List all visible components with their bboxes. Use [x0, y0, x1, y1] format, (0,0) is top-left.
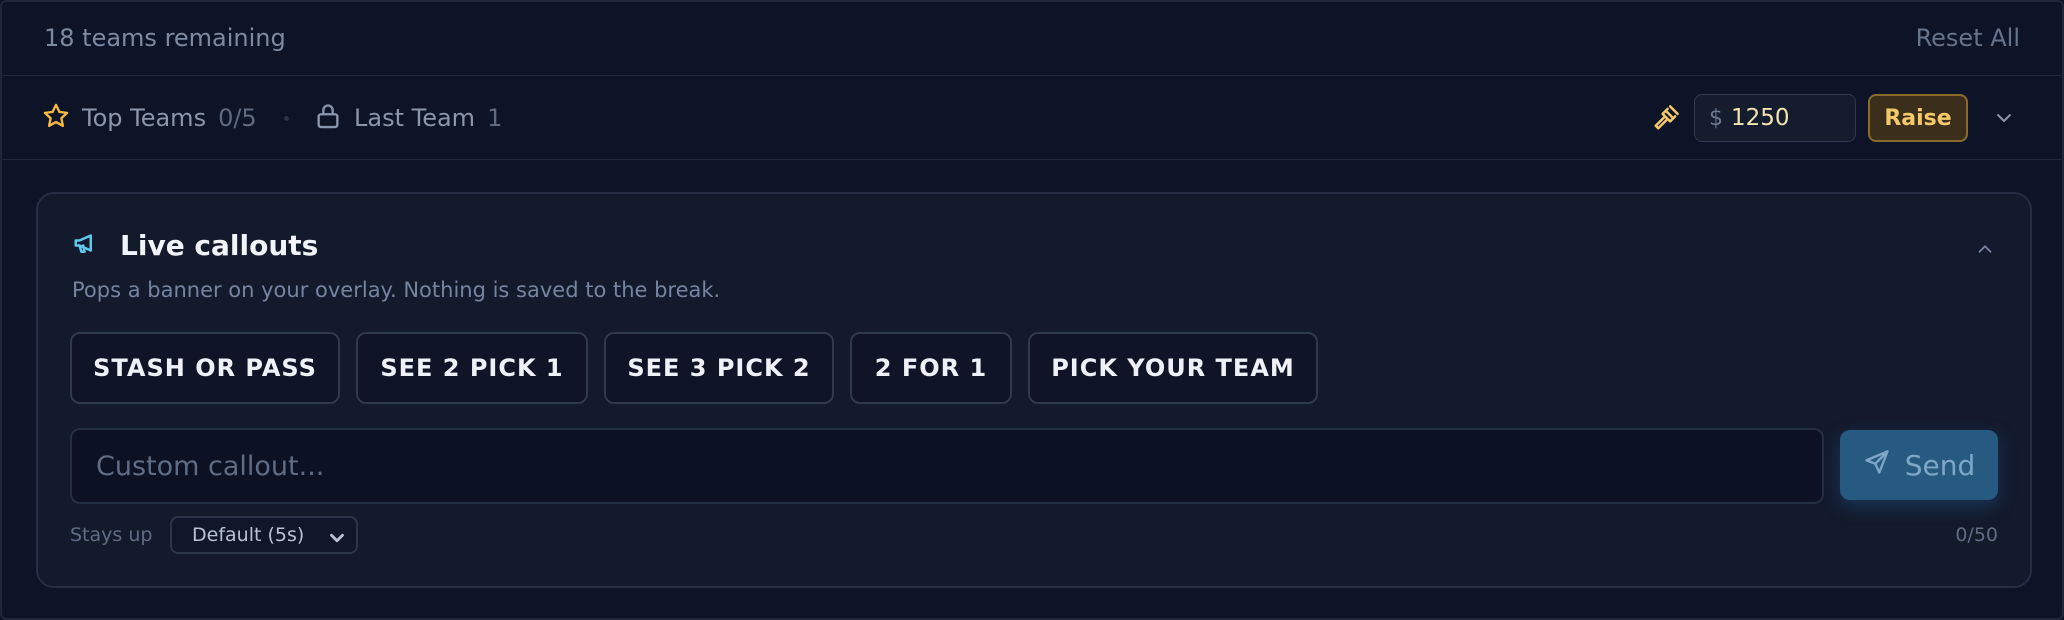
duration-value: Default (5s) [192, 524, 305, 546]
character-count: 0/50 [1955, 524, 1998, 546]
megaphone-icon [72, 228, 102, 262]
app-frame: 18 teams remaining Reset All Top Teams 0… [0, 0, 2064, 620]
gavel-icon [1652, 102, 1682, 136]
callout-button[interactable]: PICK YOUR TEAM [1028, 332, 1318, 404]
send-label: Send [1904, 448, 1976, 482]
top-teams-count: 0/5 [218, 104, 257, 132]
stays-up-label: Stays up [70, 524, 153, 546]
send-button[interactable]: Send [1840, 430, 1998, 500]
callout-button[interactable]: SEE 3 PICK 2 [604, 332, 834, 404]
send-icon [1863, 448, 1905, 483]
separator-dot [284, 116, 289, 121]
card-subtitle: Pops a banner on your overlay. Nothing i… [72, 278, 721, 302]
card-header: Live callouts [72, 228, 318, 262]
bid-amount-field[interactable]: $ [1694, 94, 1856, 142]
last-team-filter[interactable]: Last Team 1 [314, 100, 502, 136]
teams-remaining-text: 18 teams remaining [44, 24, 286, 52]
top-teams-label: Top Teams [82, 104, 207, 132]
bid-amount-input[interactable] [1731, 105, 1841, 131]
last-team-label: Last Team [354, 104, 476, 132]
reset-all-button[interactable]: Reset All [1916, 24, 2020, 52]
chevron-down-icon [326, 527, 348, 554]
card-title: Live callouts [120, 228, 319, 262]
callout-button[interactable]: STASH OR PASS [70, 332, 340, 404]
raise-button[interactable]: Raise [1868, 94, 1968, 142]
top-teams-filter[interactable]: Top Teams 0/5 [42, 100, 257, 136]
chevron-up-icon[interactable] [1974, 238, 1996, 264]
duration-select[interactable]: Default (5s) [170, 516, 358, 554]
lock-icon [314, 102, 354, 134]
chevron-down-icon[interactable] [1992, 106, 2016, 134]
custom-callout-input[interactable] [70, 428, 1824, 504]
status-bar: 18 teams remaining Reset All [2, 2, 2062, 76]
callout-button[interactable]: 2 FOR 1 [850, 332, 1012, 404]
live-callouts-card: Live callouts Pops a banner on your over… [36, 192, 2032, 588]
currency-symbol: $ [1709, 105, 1723, 131]
last-team-count: 1 [487, 104, 503, 132]
star-icon [42, 102, 82, 134]
callout-button[interactable]: SEE 2 PICK 1 [356, 332, 588, 404]
